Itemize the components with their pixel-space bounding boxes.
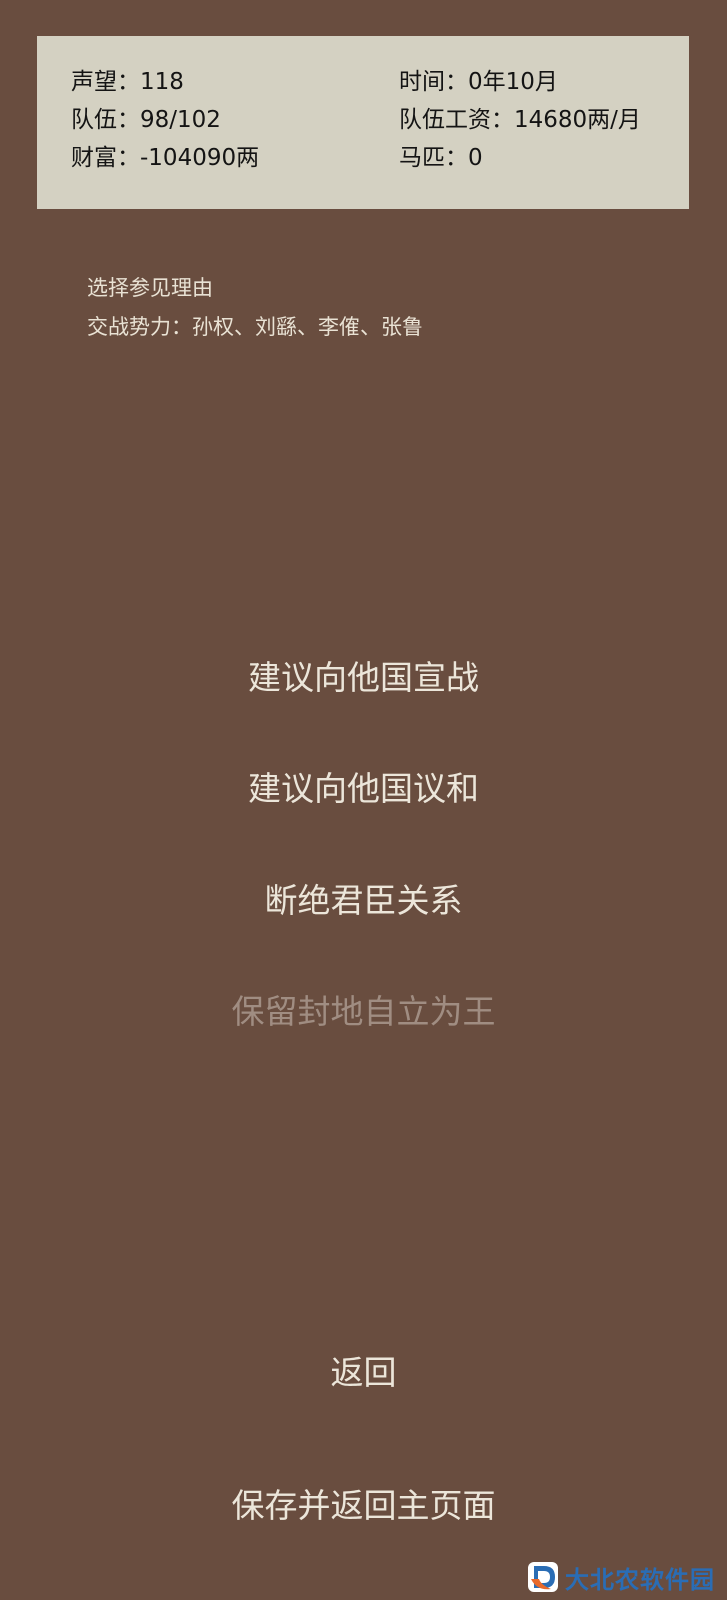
warring-factions-text: 交战势力：孙权、刘繇、李傕、张鲁 — [87, 315, 423, 339]
break-allegiance-button[interactable]: 断绝君臣关系 — [0, 879, 727, 923]
propose-peace-button[interactable]: 建议向他国议和 — [0, 767, 727, 811]
declare-war-button[interactable]: 建议向他国宣战 — [0, 656, 727, 700]
save-and-return-button[interactable]: 保存并返回主页面 — [0, 1484, 727, 1528]
wage-stat: 队伍工资：14680两/月 — [399, 107, 641, 133]
time-stat: 时间：0年10月 — [399, 69, 558, 95]
back-button[interactable]: 返回 — [0, 1351, 727, 1395]
wealth-stat: 财富：-104090两 — [71, 145, 260, 171]
watermark-text: 大北农软件园 — [565, 1564, 715, 1594]
troops-stat: 队伍：98/102 — [71, 107, 221, 133]
horses-stat: 马匹：0 — [399, 145, 483, 171]
stats-panel: 声望：118 时间：0年10月 队伍：98/102 队伍工资：14680两/月 … — [37, 36, 689, 209]
watermark: 大北农软件园 — [527, 1557, 725, 1597]
reputation-stat: 声望：118 — [71, 69, 184, 95]
brand-logo-icon — [527, 1561, 559, 1593]
prompt-title: 选择参见理由 — [87, 276, 213, 300]
declare-independence-button: 保留封地自立为王 — [231, 992, 496, 1031]
